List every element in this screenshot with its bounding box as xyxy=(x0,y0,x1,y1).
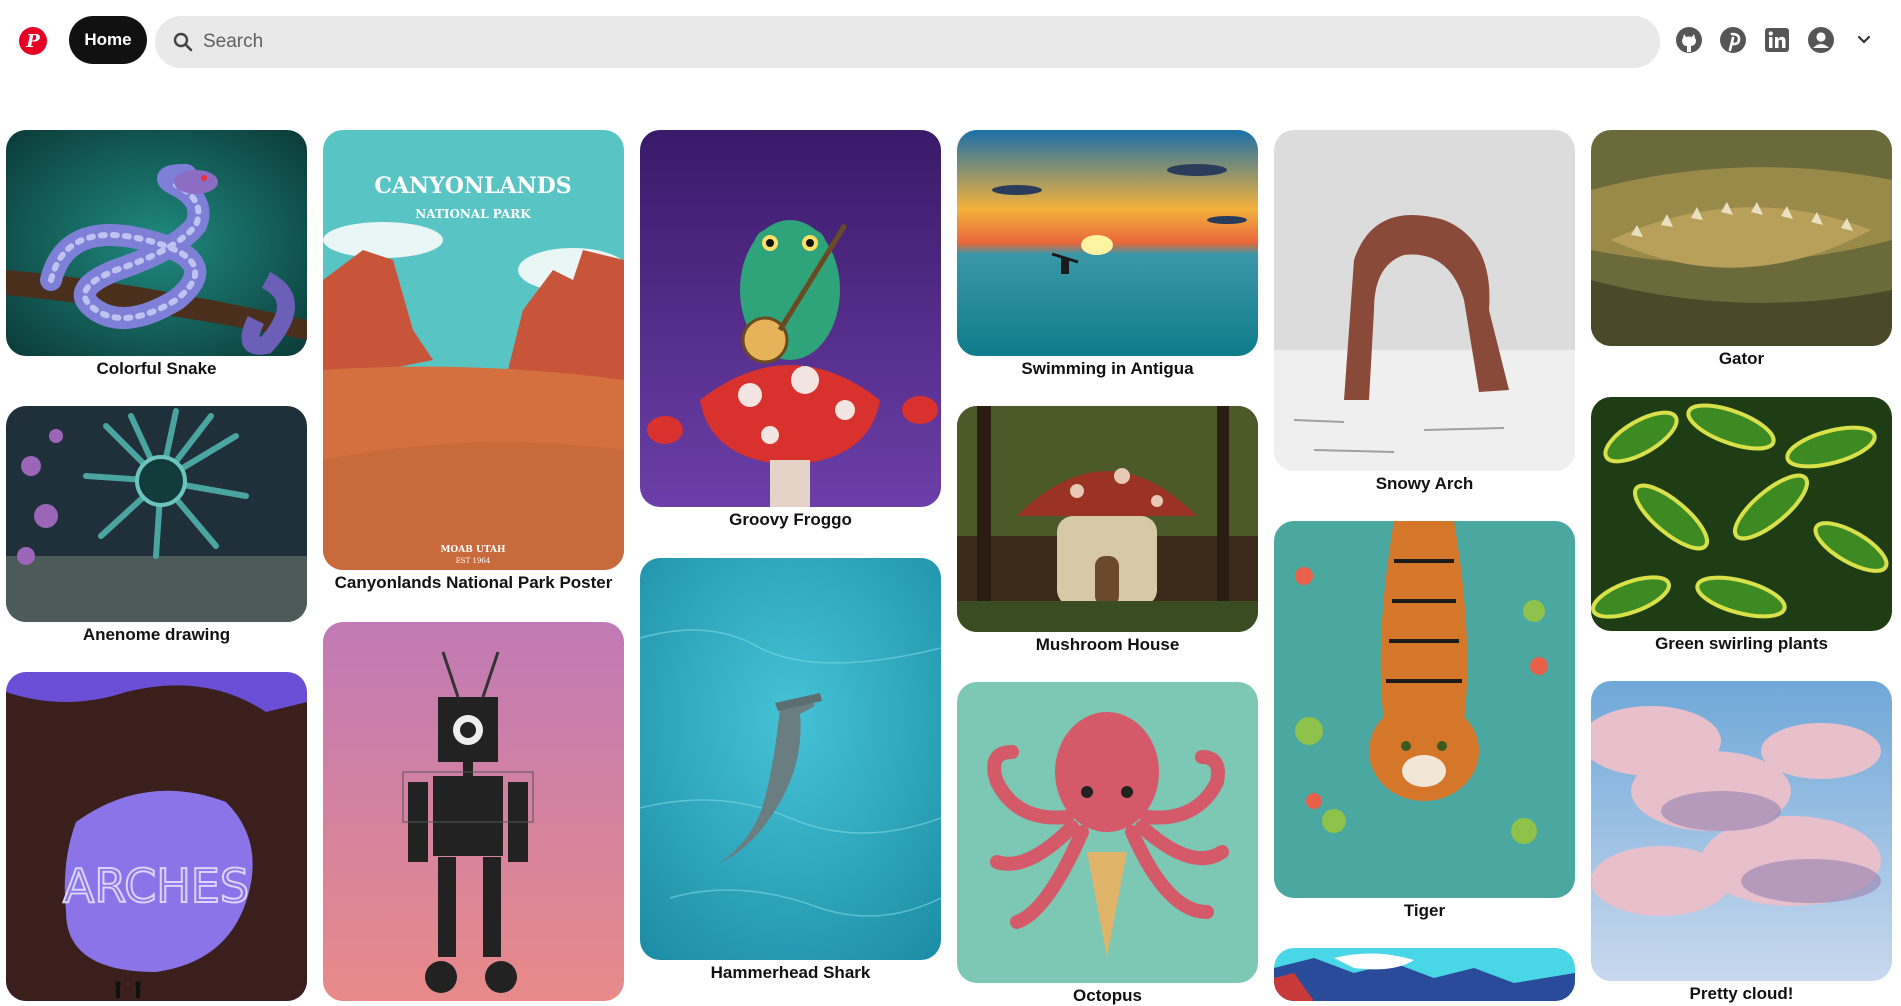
pin-image-mountain[interactable] xyxy=(1274,948,1575,1001)
pin-card[interactable]: Snowy Arch xyxy=(1274,130,1575,494)
chevron-down-icon[interactable] xyxy=(1848,24,1880,56)
linkedin-icon[interactable] xyxy=(1761,24,1793,56)
pinterest-icon[interactable] xyxy=(1717,24,1749,56)
pin-title: Tiger xyxy=(1403,901,1446,920)
pin-image-canyonlands-poster[interactable]: CANYONLANDS NATIONAL PARK MOAB UTAH EST … xyxy=(323,130,624,570)
pin-title: Canyonlands National Park Poster xyxy=(334,573,613,592)
pin-title: Groovy Froggo xyxy=(729,510,852,529)
pin-image-pretty-cloud[interactable] xyxy=(1591,681,1892,981)
pin-image-colorful-snake[interactable] xyxy=(6,130,307,356)
pin-card[interactable] xyxy=(1274,948,1575,1001)
arches-lettering: ARCHES xyxy=(63,859,249,913)
pin-card[interactable]: Pretty cloud! xyxy=(1591,681,1892,1004)
pin-card[interactable] xyxy=(323,622,624,1001)
home-button[interactable]: Home xyxy=(69,16,147,64)
pin-card[interactable]: Tiger xyxy=(1274,521,1575,921)
poster-subtitle: NATIONAL PARK xyxy=(415,207,531,221)
pin-image-arches-poster[interactable]: ARCHES xyxy=(6,672,307,1001)
pin-image-octopus[interactable] xyxy=(957,682,1258,983)
search-input[interactable] xyxy=(201,30,1605,54)
pin-title: Green swirling plants xyxy=(1655,634,1828,653)
pin-title: Colorful Snake xyxy=(96,359,217,378)
pin-card[interactable]: Swimming in Antigua xyxy=(957,130,1258,379)
pin-title: Hammerhead Shark xyxy=(710,963,871,982)
search-bar[interactable] xyxy=(155,16,1660,68)
pin-image-robot[interactable] xyxy=(323,622,624,1001)
pin-card[interactable]: Anenome drawing xyxy=(6,406,307,645)
pin-card[interactable]: Hammerhead Shark xyxy=(640,558,941,983)
pin-card[interactable]: Green swirling plants xyxy=(1591,397,1892,654)
pin-card[interactable]: Groovy Froggo xyxy=(640,130,941,530)
top-nav: P Home xyxy=(0,0,1901,80)
pin-image-tiger[interactable] xyxy=(1274,521,1575,898)
pin-card[interactable]: ARCHES xyxy=(6,672,307,1001)
search-icon xyxy=(171,30,195,54)
pin-title: Anenome drawing xyxy=(82,625,231,644)
pin-card[interactable]: Colorful Snake xyxy=(6,130,307,379)
pin-title: Gator xyxy=(1718,349,1765,368)
logo-icon[interactable]: P xyxy=(19,27,47,55)
pin-image-hammerhead-shark[interactable] xyxy=(640,558,941,960)
pin-image-swimming-in-antigua[interactable] xyxy=(957,130,1258,356)
pin-card[interactable]: Mushroom House xyxy=(957,406,1258,655)
pin-title: Octopus xyxy=(1073,986,1142,1005)
poster-title: CANYONLANDS xyxy=(374,173,571,199)
pin-image-groovy-froggo[interactable] xyxy=(640,130,941,507)
pin-image-anenome-drawing[interactable] xyxy=(6,406,307,622)
pin-image-mushroom-house[interactable] xyxy=(957,406,1258,632)
pin-title: Mushroom House xyxy=(1035,635,1180,654)
pin-card[interactable]: Gator xyxy=(1591,130,1892,369)
pin-image-green-swirling-plants[interactable] xyxy=(1591,397,1892,631)
poster-established: EST 1964 xyxy=(456,557,491,565)
pin-title: Snowy Arch xyxy=(1375,474,1474,493)
account-icon[interactable] xyxy=(1805,24,1837,56)
pin-image-snowy-arch[interactable] xyxy=(1274,130,1575,471)
pin-card[interactable]: Octopus xyxy=(957,682,1258,1006)
pin-card[interactable]: CANYONLANDS NATIONAL PARK MOAB UTAH EST … xyxy=(323,130,624,593)
github-icon[interactable] xyxy=(1673,24,1705,56)
pin-image-gator[interactable] xyxy=(1591,130,1892,346)
pin-title: Swimming in Antigua xyxy=(1021,359,1194,378)
poster-location: MOAB UTAH xyxy=(440,545,506,555)
